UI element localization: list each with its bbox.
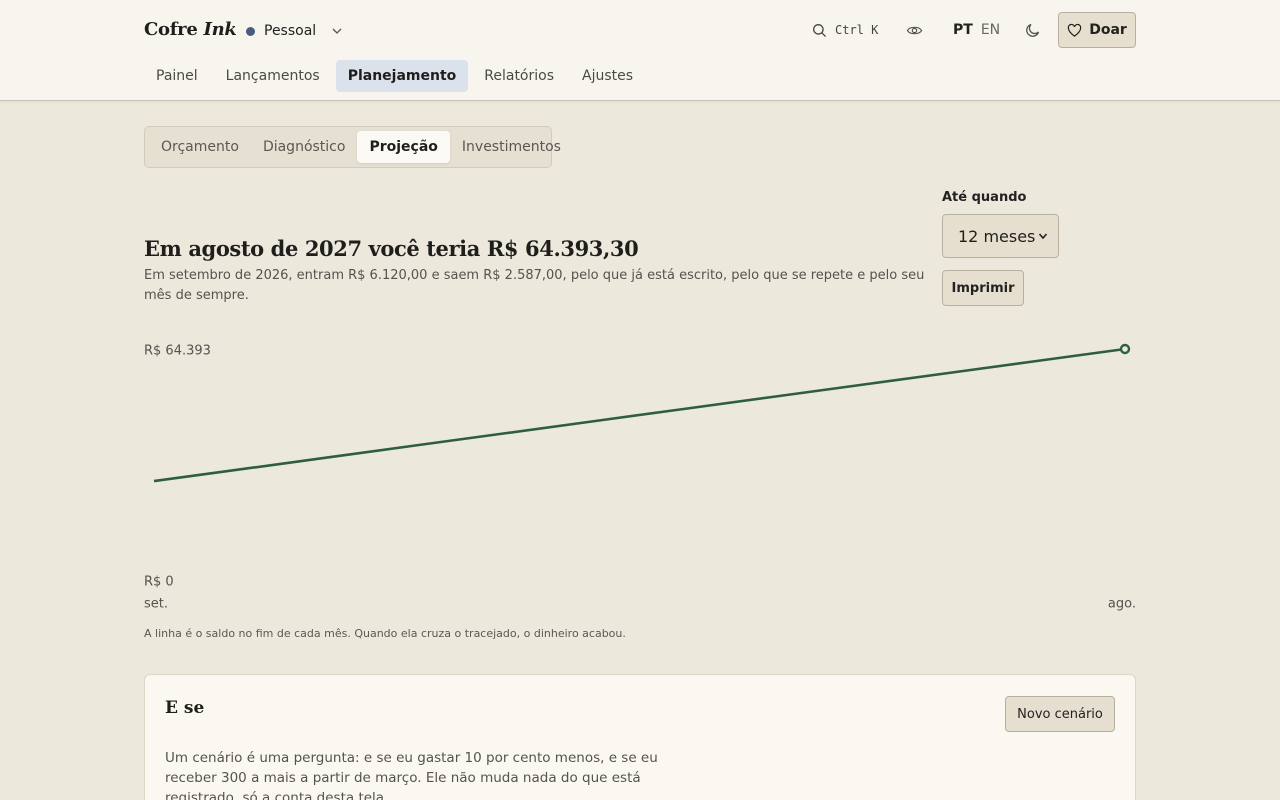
- profile-color-dot: [246, 26, 255, 36]
- scenario-card: E se Novo cenário Um cenário é uma pergu…: [144, 674, 1136, 800]
- nav-item-painel[interactable]: Painel: [144, 60, 210, 92]
- search-icon: [813, 23, 827, 37]
- brand-name: Cofre: [144, 19, 198, 40]
- projection-summary: Em setembro de 2026, entram R$ 6.120,00 …: [144, 268, 925, 303]
- tab-diagnostico[interactable]: Diagnóstico: [251, 131, 358, 163]
- lang-pt-option[interactable]: PT: [953, 22, 973, 38]
- tab-investimentos[interactable]: Investimentos: [450, 131, 573, 163]
- y-axis-max-label: R$ 64.393: [144, 344, 211, 359]
- nav-item-relatorios[interactable]: Relatórios: [472, 60, 566, 92]
- chevron-down-icon: [332, 28, 342, 34]
- x-axis-end-label: ago.: [1108, 597, 1136, 612]
- brand-logo[interactable]: Cofre Ink: [144, 19, 237, 40]
- projection-headline: Em agosto de 2027 você teria R$ 64.393,3…: [144, 236, 639, 261]
- profile-switcher[interactable]: Pessoal: [246, 21, 343, 41]
- main-nav: Painel Lançamentos Planejamento Relatóri…: [144, 60, 649, 92]
- tab-orcamento[interactable]: Orçamento: [149, 131, 251, 163]
- horizon-select-value: 12 meses: [958, 226, 1036, 246]
- privacy-toggle-button[interactable]: [906, 12, 923, 48]
- app-header: Cofre Ink Pessoal Ctrl K PT EN Doar Pain…: [0, 0, 1280, 101]
- end-point-marker: [1119, 343, 1131, 355]
- nav-item-lancamentos[interactable]: Lançamentos: [214, 60, 332, 92]
- donate-button[interactable]: Doar: [1058, 12, 1136, 48]
- horizon-label: Até quando: [942, 190, 1027, 205]
- heart-icon: [1067, 23, 1082, 37]
- scenario-card-title: E se: [165, 698, 205, 718]
- balance-line: [153, 347, 1126, 483]
- search-button[interactable]: Ctrl K: [812, 12, 878, 48]
- nav-item-ajustes[interactable]: Ajustes: [570, 60, 645, 92]
- nav-item-planejamento[interactable]: Planejamento: [335, 60, 469, 92]
- tab-projecao[interactable]: Projeção: [357, 131, 450, 163]
- theme-toggle-button[interactable]: [1025, 12, 1041, 48]
- projection-chart: R$ 64.393 R$ 0 set. ago.: [144, 343, 1136, 612]
- planning-subtabs: Orçamento Diagnóstico Projeção Investime…: [144, 126, 561, 168]
- chart-note: A linha é o saldo no fim de cada mês. Qu…: [144, 627, 626, 640]
- brand-name-italic: Ink: [203, 19, 237, 40]
- search-shortcut: Ctrl K: [835, 23, 879, 37]
- language-switcher: PT EN: [953, 12, 1000, 48]
- lang-en-option[interactable]: EN: [981, 22, 1000, 38]
- horizon-select[interactable]: 12 meses: [942, 214, 1059, 258]
- profile-name: Pessoal: [264, 23, 317, 39]
- chevron-down-icon: [1038, 233, 1048, 240]
- eye-icon: [906, 26, 923, 34]
- moon-icon: [1026, 23, 1040, 37]
- y-axis-zero-label: R$ 0: [144, 575, 174, 590]
- donate-label: Doar: [1089, 22, 1127, 38]
- scenario-card-description: Um cenário é uma pergunta: e se eu gasta…: [165, 750, 658, 800]
- x-axis-start-label: set.: [144, 597, 168, 612]
- new-scenario-button[interactable]: Novo cenário: [1005, 696, 1115, 732]
- print-button[interactable]: Imprimir: [942, 270, 1024, 306]
